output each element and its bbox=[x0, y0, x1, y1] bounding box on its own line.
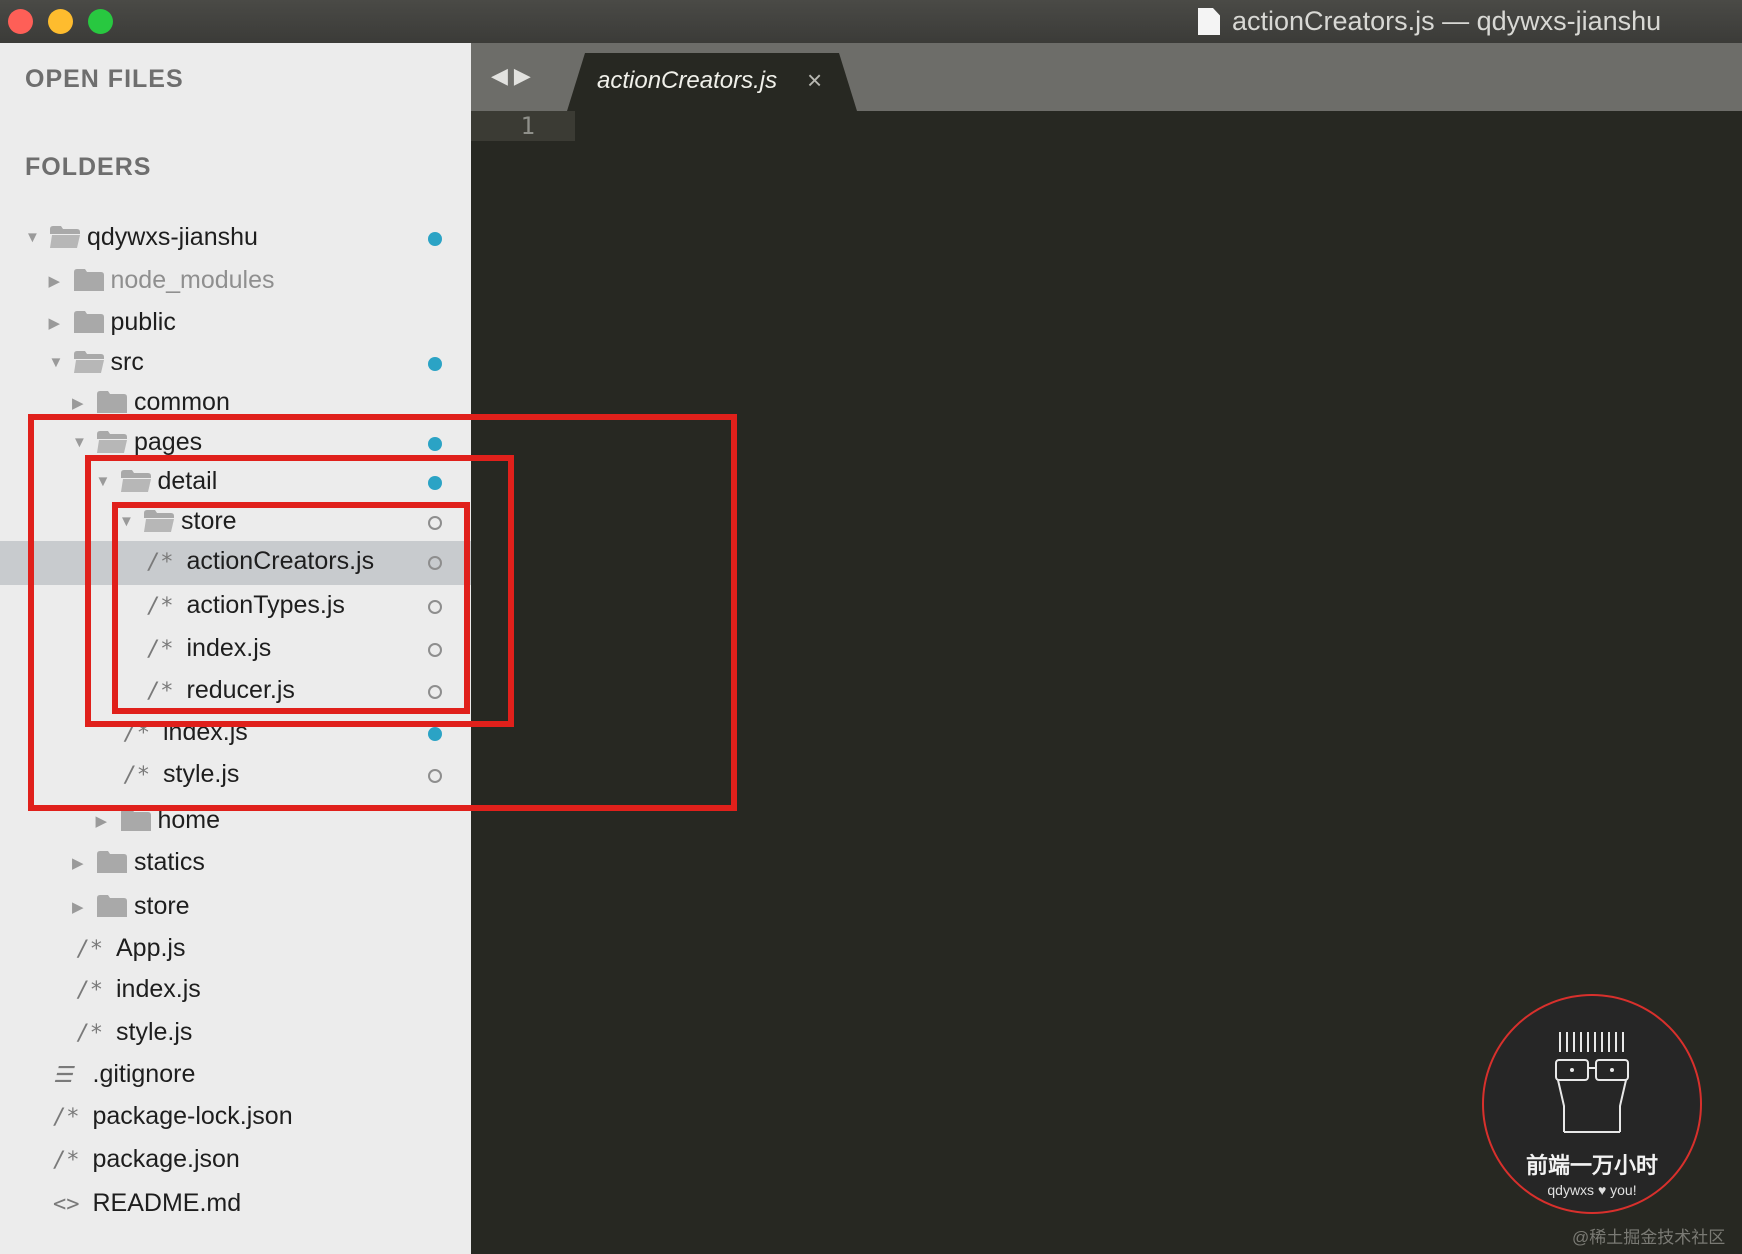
folder-open-icon bbox=[50, 226, 80, 248]
document-icon bbox=[1198, 8, 1220, 35]
folders-heading: FOLDERS bbox=[25, 153, 152, 181]
tree-item-label: node_modules bbox=[110, 266, 275, 294]
badge-subtitle: qdywxs ♥ you! bbox=[1547, 1182, 1637, 1198]
tree-item-label: qdywxs-jianshu bbox=[87, 223, 258, 251]
tree-folder[interactable]: ▼ qdywxs-jianshu bbox=[0, 217, 471, 261]
tab-close-icon[interactable]: × bbox=[807, 65, 822, 96]
tree-item-label: store bbox=[134, 892, 190, 920]
script-file-icon: /* bbox=[76, 937, 104, 962]
tree-item-label: statics bbox=[134, 848, 205, 876]
script-file-icon: /* bbox=[76, 978, 104, 1003]
open-files-heading: OPEN FILES bbox=[25, 65, 184, 93]
window-title: actionCreators.js — qdywxs-jianshu bbox=[1232, 6, 1662, 36]
tree-folder[interactable]: ▼ src bbox=[0, 342, 471, 386]
git-modified-dot bbox=[428, 232, 442, 246]
mascot-icon bbox=[1555, 1032, 1629, 1133]
tree-item-label: common bbox=[134, 388, 230, 416]
back-arrow-icon[interactable]: ◀ bbox=[491, 63, 514, 88]
disclosure-expanded-icon[interactable]: ▼ bbox=[49, 354, 64, 371]
disclosure-collapsed-icon[interactable]: ▶ bbox=[49, 314, 61, 332]
tab-actioncreators[interactable]: actionCreators.js × bbox=[567, 53, 857, 111]
folder-open-icon bbox=[73, 351, 104, 373]
folder-icon bbox=[97, 851, 127, 873]
tree-file[interactable]: /* style.js bbox=[0, 1012, 471, 1056]
tree-item-label: App.js bbox=[116, 934, 186, 962]
disclosure-collapsed-icon[interactable]: ▶ bbox=[49, 272, 61, 290]
disclosure-collapsed-icon[interactable]: ▶ bbox=[72, 898, 84, 916]
markdown-file-icon: <> bbox=[53, 1192, 80, 1217]
tree-folder[interactable]: ▶ store bbox=[0, 886, 471, 930]
tree-item-label: style.js bbox=[116, 1018, 193, 1046]
minimize-window-button[interactable] bbox=[48, 9, 73, 34]
tree-file[interactable]: <> README.md bbox=[0, 1183, 471, 1227]
tree-file[interactable]: /* package-lock.json bbox=[0, 1096, 471, 1140]
disclosure-expanded-icon[interactable]: ▼ bbox=[25, 229, 40, 246]
script-file-icon: /* bbox=[53, 1105, 80, 1130]
tree-item-label: package.json bbox=[92, 1145, 240, 1173]
disclosure-collapsed-icon[interactable]: ▶ bbox=[96, 812, 108, 830]
close-window-button[interactable] bbox=[8, 9, 33, 34]
script-file-icon: /* bbox=[53, 1148, 80, 1173]
tree-file[interactable]: /* App.js bbox=[0, 928, 471, 972]
tree-item-label: index.js bbox=[116, 975, 201, 1003]
tab-bar: ◀▶ actionCreators.js × bbox=[471, 43, 1742, 111]
annotation-box-store bbox=[112, 502, 470, 714]
watermark-badge: 前端一万小时 qdywxs ♥ you! bbox=[1482, 994, 1702, 1214]
tree-file[interactable]: /* index.js bbox=[0, 969, 471, 1013]
git-modified-dot bbox=[428, 357, 442, 371]
tree-folder[interactable]: ▶ statics bbox=[0, 842, 471, 886]
current-line-gutter: 1 bbox=[471, 111, 575, 141]
folder-icon bbox=[73, 269, 104, 291]
forward-arrow-icon[interactable]: ▶ bbox=[514, 63, 537, 88]
zoom-window-button[interactable] bbox=[88, 9, 113, 34]
tree-file[interactable]: ☰ .gitignore bbox=[0, 1054, 471, 1098]
script-file-icon: /* bbox=[76, 1021, 104, 1046]
badge-title: 前端一万小时 bbox=[1525, 1153, 1658, 1178]
folder-icon bbox=[120, 809, 151, 831]
folder-icon bbox=[97, 391, 127, 413]
tree-file[interactable]: /* package.json bbox=[0, 1139, 471, 1183]
site-watermark: @稀土掘金技术社区 bbox=[1572, 1228, 1726, 1247]
line-number: 1 bbox=[520, 112, 535, 140]
text-file-icon: ☰ bbox=[53, 1063, 73, 1088]
tree-folder[interactable]: ▶ node_modules bbox=[0, 260, 471, 304]
folder-icon bbox=[97, 895, 127, 917]
disclosure-collapsed-icon[interactable]: ▶ bbox=[72, 394, 84, 412]
tree-folder[interactable]: ▶ public bbox=[0, 302, 471, 346]
tab-navigation: ◀▶ bbox=[491, 63, 537, 89]
tree-item-label: .gitignore bbox=[92, 1060, 196, 1088]
title-bar: actionCreators.js — qdywxs-jianshu bbox=[0, 0, 1742, 44]
tree-item-label: public bbox=[110, 308, 176, 336]
tab-label: actionCreators.js bbox=[597, 67, 778, 94]
disclosure-collapsed-icon[interactable]: ▶ bbox=[72, 854, 84, 872]
tree-item-label: package-lock.json bbox=[92, 1102, 293, 1130]
tree-item-label: src bbox=[110, 348, 144, 376]
folder-icon bbox=[73, 311, 104, 333]
tree-item-label: README.md bbox=[92, 1189, 242, 1217]
